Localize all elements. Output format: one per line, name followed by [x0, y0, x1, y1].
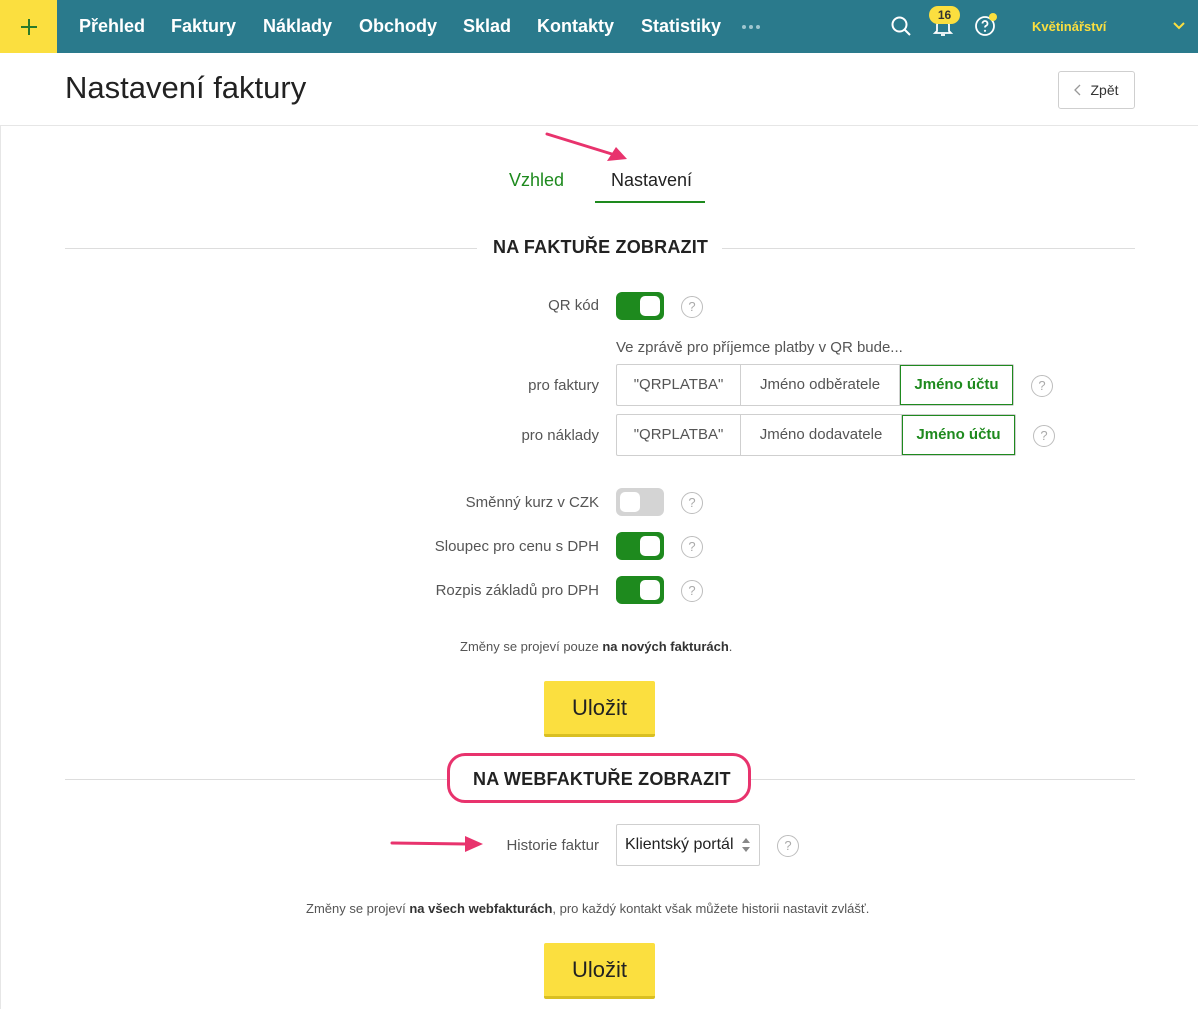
help-notification-dot: [989, 13, 997, 21]
vat-base-breakdown-help-icon[interactable]: ?: [681, 580, 703, 602]
tab-vzhled[interactable]: Vzhled: [509, 170, 564, 191]
for-invoices-option-customer-name[interactable]: Jméno odběratele: [741, 365, 900, 405]
for-costs-help-icon[interactable]: ?: [1033, 425, 1055, 447]
nav-item-kontakty[interactable]: Kontakty: [537, 0, 614, 53]
webinvoice-section-title: NA WEBFAKTUŘE ZOBRAZIT: [473, 769, 731, 789]
qr-info-text: Ve zprávě pro příjemce platby v QR bude.…: [616, 339, 903, 356]
toggle-knob: [620, 492, 640, 512]
annotation-arrow-icon: [390, 836, 483, 852]
more-dots-icon[interactable]: [741, 24, 761, 30]
note-emphasis: na všech webfakturách: [409, 901, 553, 916]
tab-nastaveni[interactable]: Nastavení: [611, 170, 692, 191]
nav-item-prehled[interactable]: Přehled: [79, 0, 145, 53]
left-edge-divider: [0, 126, 1, 1009]
exchange-rate-toggle[interactable]: [616, 488, 664, 516]
for-invoices-help-icon[interactable]: ?: [1031, 375, 1053, 397]
toggle-knob: [640, 536, 660, 556]
note-emphasis: na nových fakturách: [602, 639, 729, 654]
section-divider-right: [751, 779, 1135, 780]
webinvoice-changes-note: Změny se projeví na všech webfakturách, …: [306, 901, 869, 916]
qr-code-help-icon[interactable]: ?: [681, 296, 703, 318]
annotation-arrow-icon: [545, 132, 627, 161]
for-invoices-option-account-name[interactable]: Jméno účtu: [900, 365, 1013, 405]
header-divider: [0, 125, 1198, 126]
page-title: Nastavení faktury: [65, 70, 307, 105]
toggle-knob: [640, 296, 660, 316]
notification-count-badge[interactable]: 16: [929, 6, 960, 24]
for-costs-option-qrplatba[interactable]: "QRPLATBA": [617, 415, 741, 455]
top-navigation-bar: Přehled Faktury Náklady Obchody Sklad Ko…: [0, 0, 1198, 53]
for-costs-label: pro náklady: [521, 427, 599, 444]
note-text: Změny se projeví pouze: [460, 639, 603, 654]
price-with-vat-column-label: Sloupec pro cenu s DPH: [434, 538, 599, 555]
plus-icon: [20, 18, 37, 35]
note-text-end: .: [728, 639, 733, 654]
select-arrows-icon: [742, 838, 750, 852]
invoice-changes-note: Změny se projeví pouze na nových fakturá…: [460, 639, 732, 654]
for-invoices-option-qrplatba[interactable]: "QRPLATBA": [617, 365, 741, 405]
price-with-vat-column-help-icon[interactable]: ?: [681, 536, 703, 558]
save-invoice-settings-button[interactable]: Uložit: [544, 681, 655, 737]
section-divider-right: [722, 248, 1135, 249]
note-text: Změny se projeví: [306, 901, 410, 916]
price-with-vat-column-toggle[interactable]: [616, 532, 664, 560]
add-new-button[interactable]: [0, 0, 57, 53]
invoice-history-help-icon[interactable]: ?: [777, 835, 799, 857]
for-costs-option-account-name[interactable]: Jméno účtu: [902, 415, 1015, 455]
qr-code-label: QR kód: [548, 297, 599, 314]
chevron-down-icon[interactable]: [1172, 20, 1186, 32]
back-button[interactable]: Zpět: [1058, 71, 1135, 109]
back-button-label: Zpět: [1090, 82, 1119, 98]
nav-item-naklady[interactable]: Náklady: [263, 0, 332, 53]
for-invoices-segmented-control: "QRPLATBA" Jméno odběratele Jméno účtu: [616, 364, 1014, 406]
toggle-knob: [640, 580, 660, 600]
vat-base-breakdown-toggle[interactable]: [616, 576, 664, 604]
exchange-rate-help-icon[interactable]: ?: [681, 492, 703, 514]
section-divider-left: [65, 248, 477, 249]
active-tab-indicator: [595, 201, 705, 203]
save-webinvoice-settings-button[interactable]: Uložit: [544, 943, 655, 999]
chevron-left-icon: [1074, 84, 1081, 96]
qr-code-toggle[interactable]: [616, 292, 664, 320]
nav-item-obchody[interactable]: Obchody: [359, 0, 437, 53]
exchange-rate-label: Směnný kurz v CZK: [465, 494, 599, 511]
for-invoices-label: pro faktury: [528, 377, 599, 394]
company-switcher[interactable]: Květinářství: [1032, 0, 1106, 53]
note-text-end: , pro každý kontakt však můžete historii…: [552, 901, 870, 916]
nav-item-statistiky[interactable]: Statistiky: [641, 0, 721, 53]
invoice-history-select[interactable]: Klientský portál: [616, 824, 760, 866]
invoice-history-label: Historie faktur: [506, 837, 599, 854]
vat-base-breakdown-label: Rozpis základů pro DPH: [435, 582, 599, 599]
nav-item-sklad[interactable]: Sklad: [463, 0, 511, 53]
search-icon[interactable]: [889, 14, 913, 38]
for-costs-option-supplier-name[interactable]: Jméno dodavatele: [741, 415, 902, 455]
section-divider-left: [65, 779, 447, 780]
invoice-section-title: NA FAKTUŘE ZOBRAZIT: [493, 237, 709, 257]
for-costs-segmented-control: "QRPLATBA" Jméno dodavatele Jméno účtu: [616, 414, 1016, 456]
nav-item-faktury[interactable]: Faktury: [171, 0, 236, 53]
invoice-history-selected-value: Klientský portál: [625, 836, 734, 853]
